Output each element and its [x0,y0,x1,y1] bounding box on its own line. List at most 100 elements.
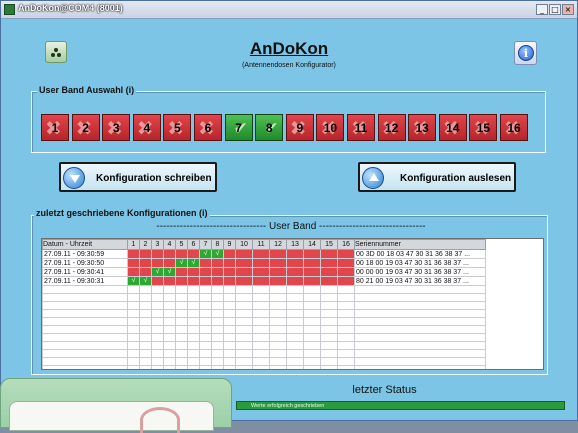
table-row[interactable]: 27.09.11 - 09:30:31 √ √ 80 21 00 19 03 47 3… [42,276,486,286]
empty-cell [269,309,287,318]
band-button-7[interactable]: ✔ 7 [224,114,253,141]
band-button-4[interactable]: ✖ 4 [132,114,161,141]
read-config-button[interactable]: Konfiguration auslesen [358,162,516,192]
empty-cell [139,285,152,294]
empty-cell [187,357,200,366]
band-button-6[interactable]: ✖ 6 [194,114,222,141]
write-config-button[interactable]: Konfiguration schreiben [59,162,217,192]
column-header[interactable]: 9 [223,239,236,250]
empty-cell [187,341,200,350]
empty-cell [151,301,164,310]
band-button-14[interactable]: ✖ 14 [438,114,467,141]
empty-cell [303,301,321,310]
band-button-15[interactable]: ✖ 15 [469,114,498,141]
column-header[interactable]: 7 [199,239,212,250]
info-button[interactable]: i [514,41,537,65]
column-header[interactable]: Datum - Uhrzeit [42,239,128,250]
column-header[interactable]: 1 [127,239,140,250]
band-button-3[interactable]: ✖ 3 [102,114,131,141]
band-button-16[interactable]: ✖ 16 [500,114,528,141]
column-header[interactable]: 8 [211,239,224,250]
read-config-label: Konfiguration auslesen [400,173,512,184]
empty-cell [286,341,304,350]
empty-cell [320,365,338,369]
column-header[interactable]: 13 [286,239,304,250]
band-cell-inactive [127,267,140,277]
band-button-11[interactable]: ✖ 11 [347,114,375,141]
band-button-8[interactable]: ✔ 8 [255,114,284,141]
band-cell-inactive [235,249,253,259]
close-button[interactable]: × [562,4,574,15]
band-button-2[interactable]: ✖ 2 [71,114,100,141]
empty-cell [199,293,212,302]
empty-cell [163,317,176,326]
column-header[interactable]: 10 [235,239,253,250]
band-button-9[interactable]: ✖ 9 [285,114,314,141]
band-cell-inactive [252,267,270,277]
empty-cell [175,349,188,358]
maximize-button[interactable]: □ [549,4,561,15]
empty-cell [163,325,176,334]
empty-cell [163,333,176,342]
column-header[interactable]: 2 [139,239,152,250]
band-cell-inactive [320,276,338,286]
column-header[interactable]: 3 [151,239,164,250]
empty-cell [252,365,270,369]
empty-cell [175,317,188,326]
empty-cell [252,309,270,318]
empty-cell [42,293,128,302]
band-cell-inactive [320,258,338,268]
band-number: 9 [296,121,304,135]
band-number: 4 [143,121,151,135]
status-message: Werte erfolgreich geschrieben [236,401,565,410]
empty-row [42,357,486,366]
minimize-button[interactable]: _ [536,4,548,15]
empty-cell [235,333,253,342]
empty-cell [175,293,188,302]
empty-cell [199,285,212,294]
empty-cell [303,309,321,318]
column-header[interactable]: 11 [252,239,270,250]
band-cell-inactive [252,276,270,286]
band-button-12[interactable]: ✖ 12 [377,114,406,141]
column-header[interactable]: 12 [269,239,287,250]
band-button-10[interactable]: ✖ 10 [316,114,345,141]
empty-cell [139,325,152,334]
column-header[interactable]: 4 [163,239,176,250]
band-cell-inactive [286,267,304,277]
table-row[interactable]: 27.09.11 - 09:30:50 √ √ 00 18 00 19 03 47 3… [42,258,486,268]
empty-cell [252,325,270,334]
empty-cell [139,341,152,350]
empty-cell [354,349,486,358]
empty-cell [235,341,253,350]
empty-cell [337,317,355,326]
band-button-5[interactable]: ✖ 5 [163,114,192,141]
history-grid: Datum - Uhrzeit 1 2 3 4 5 6 7 8 9 10 11 12 13 14 15 16 Se… [42,239,486,369]
table-row[interactable]: 27.09.11 - 09:30:41 √ √ 00 00 00 19 03 47 3… [42,267,486,277]
empty-cell [163,341,176,350]
column-header[interactable]: Seriennummer [354,239,486,250]
empty-cell [303,325,321,334]
column-header[interactable]: 5 [175,239,188,250]
empty-cell [127,301,140,310]
column-header[interactable]: 15 [320,239,338,250]
band-cell-inactive [223,276,236,286]
dots-icon[interactable] [45,41,67,63]
band-cell-inactive [163,276,176,286]
history-table[interactable]: Datum - Uhrzeit 1 2 3 4 5 6 7 8 9 10 11 12 13 14 15 16 Se… [41,238,544,370]
empty-cell [151,285,164,294]
band-cell-inactive [127,249,140,259]
column-header[interactable]: 14 [303,239,321,250]
empty-cell [235,349,253,358]
empty-cell [286,309,304,318]
band-button-13[interactable]: ✖ 13 [408,114,437,141]
column-header[interactable]: 16 [337,239,355,250]
column-header[interactable]: 6 [187,239,200,250]
table-row[interactable]: 27.09.11 - 09:30:59 √ √ 00 3D 00 18 03 47 3… [42,249,486,259]
empty-cell [187,301,200,310]
user-band-header: --------------------------------- User B… [156,221,426,232]
empty-cell [127,365,140,369]
empty-cell [42,285,128,294]
band-button-1[interactable]: ✖ 1 [41,114,69,141]
empty-cell [303,317,321,326]
